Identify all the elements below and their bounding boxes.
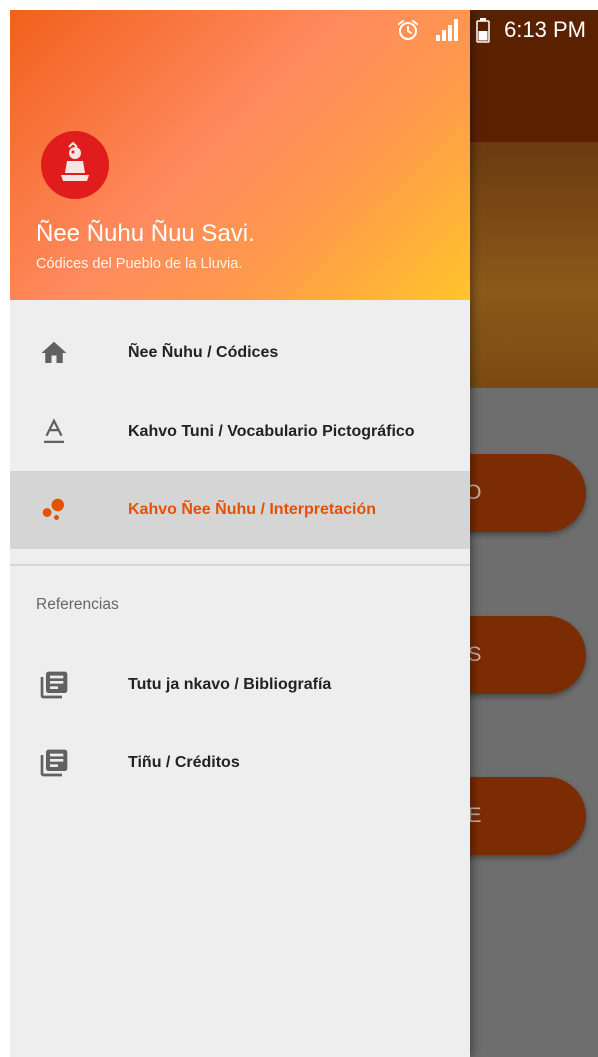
signal-icon [434, 18, 462, 42]
menu-item-label: Kahvo Tuni / Vocabulario Pictográfico [128, 423, 415, 440]
menu-item-creditos[interactable]: Tiñu / Créditos [10, 724, 470, 802]
home-icon [38, 337, 70, 369]
menu-item-vocabulario[interactable]: Kahvo Tuni / Vocabulario Pictográfico [10, 393, 470, 471]
menu-item-label: Tiñu / Créditos [128, 754, 240, 771]
menu-item-codices[interactable]: Ñee Ñuhu / Códices [10, 314, 470, 392]
codex-figure-icon [61, 141, 89, 181]
library-books-icon [38, 669, 70, 701]
clock-time: 6:13 PM [504, 17, 586, 42]
bubbles-icon [38, 494, 70, 526]
drawer-subtitle: Códices del Pueblo de la Lluvia. [36, 256, 243, 272]
drawer-divider [10, 564, 470, 566]
drawer-header: Ñee Ñuhu Ñuu Savi. Códices del Pueblo de… [10, 10, 470, 300]
navigation-drawer: Ñee Ñuhu Ñuu Savi. Códices del Pueblo de… [10, 10, 470, 1057]
alarm-icon [396, 18, 420, 42]
text-format-icon [38, 416, 70, 448]
menu-item-interpretacion[interactable]: Kahvo Ñee Ñuhu / Interpretación [10, 471, 470, 549]
section-label-referencias: Referencias [36, 596, 119, 613]
menu-item-label: Kahvo Ñee Ñuhu / Interpretación [128, 501, 377, 518]
library-books-icon [38, 747, 70, 779]
menu-item-bibliografia[interactable]: Tutu ja nkavo / Bibliografía [10, 646, 470, 724]
menu-item-label: Ñee Ñuhu / Códices [128, 344, 279, 361]
status-bar: 6:13 PM [10, 10, 598, 50]
drawer-title: Ñee Ñuhu Ñuu Savi. [36, 220, 255, 247]
battery-icon [476, 17, 490, 43]
menu-item-label: Tutu ja nkavo / Bibliografía [128, 676, 332, 693]
app-frame: CO DICES ICE [10, 10, 598, 1057]
app-logo-avatar [41, 131, 109, 199]
